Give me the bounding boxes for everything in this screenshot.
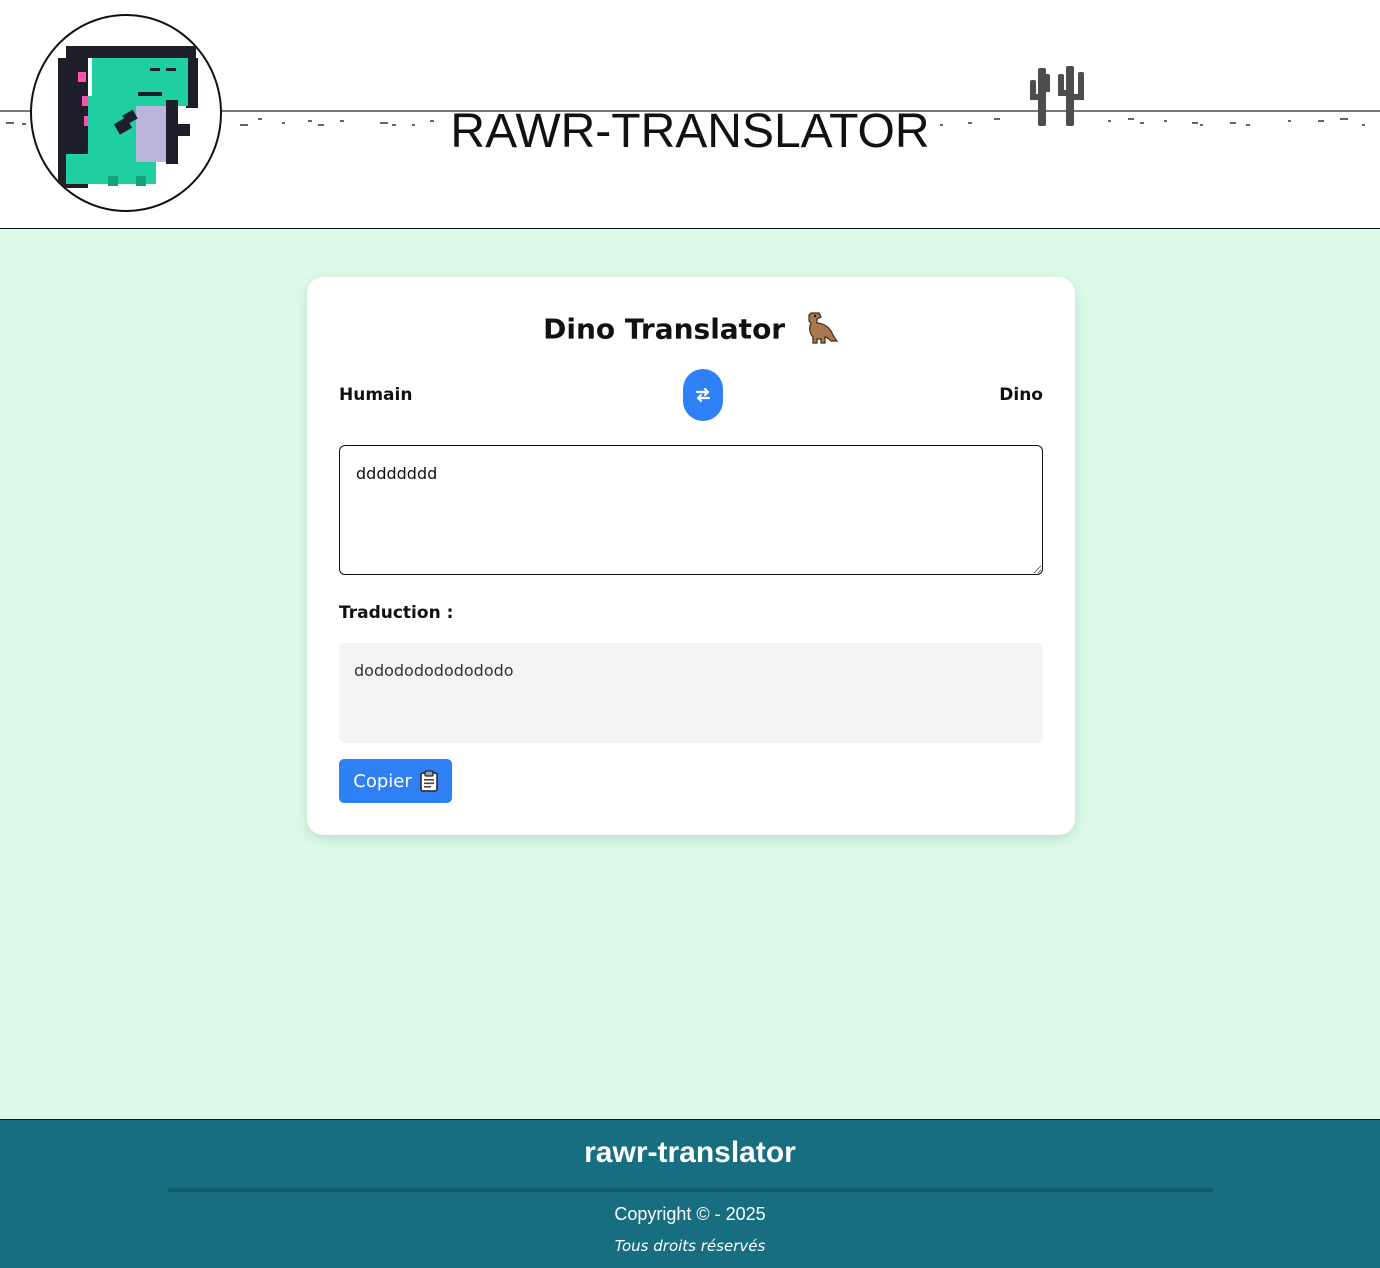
source-language-label: Humain	[339, 385, 413, 405]
footer-divider	[168, 1188, 1213, 1192]
site-header: RAWR-TRANSLATOR	[0, 0, 1380, 229]
translator-card: Dino Translator Humain Dino dddddddd Tra…	[307, 277, 1075, 835]
source-text-input[interactable]: dddddddd	[339, 445, 1043, 575]
card-title: Dino Translator	[307, 309, 1075, 352]
target-language-label: Dino	[999, 385, 1043, 405]
card-title-text: Dino Translator	[543, 312, 786, 346]
clipboard-icon	[419, 770, 438, 792]
cactus-icon	[1028, 64, 1090, 133]
copy-button-label: Copier	[353, 770, 412, 792]
footer-title: rawr-translator	[584, 1136, 796, 1169]
swap-arrows-icon	[695, 387, 711, 403]
translation-label: Traduction :	[339, 603, 454, 623]
footer-copyright: Copyright © - 2025	[614, 1204, 766, 1224]
site-title: RAWR-TRANSLATOR	[450, 105, 930, 158]
swap-languages-button[interactable]	[683, 369, 723, 421]
site-footer: rawr-translator Copyright © - 2025 Tous …	[0, 1119, 1380, 1268]
translation-output: dodododododododo	[339, 643, 1043, 743]
footer-rights: Tous droits réservés	[614, 1237, 766, 1255]
t-rex-emoji-icon	[803, 309, 839, 352]
copy-button[interactable]: Copier	[339, 759, 452, 803]
